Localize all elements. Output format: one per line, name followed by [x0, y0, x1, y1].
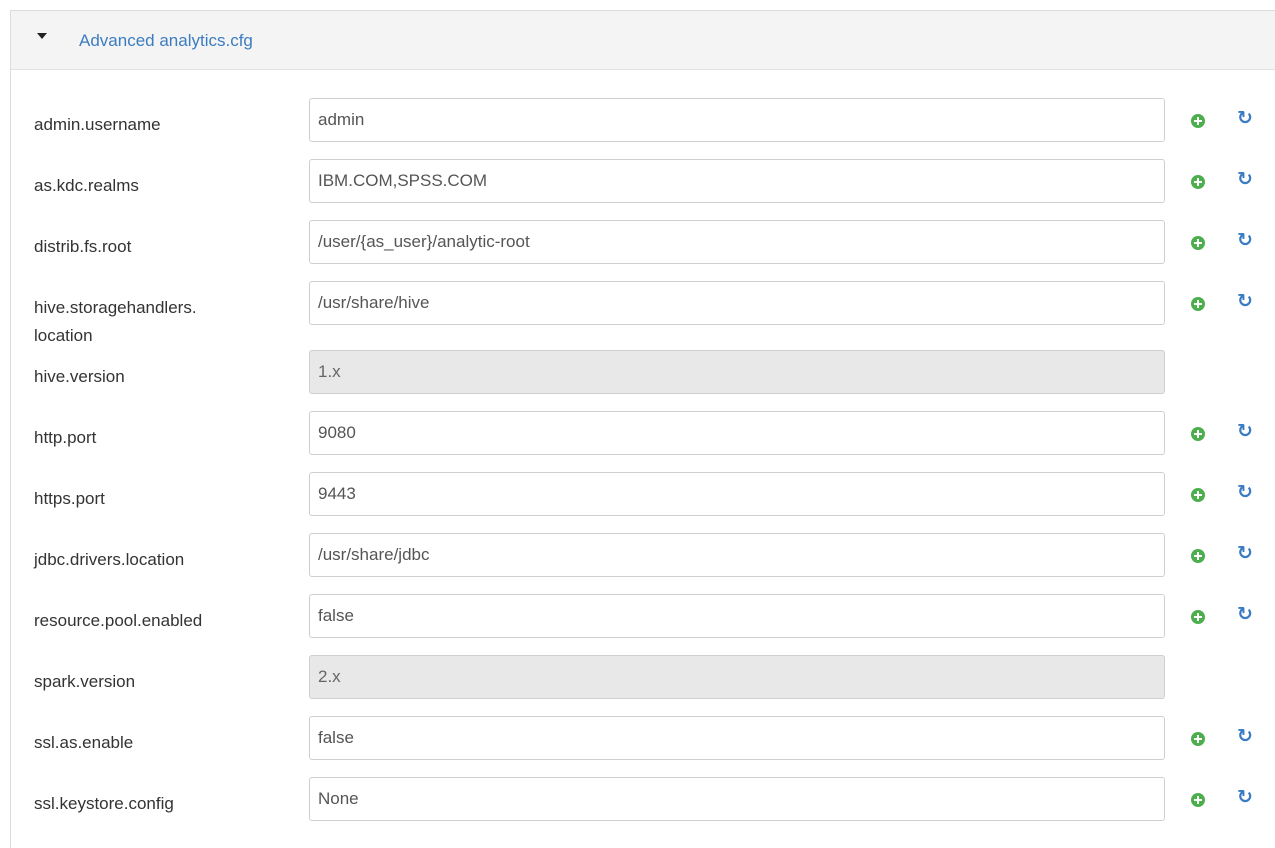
property-row: hive.storagehandlers.location ↻: [11, 280, 1275, 349]
property-row: hive.version: [11, 349, 1275, 410]
caret-down-icon[interactable]: [37, 33, 47, 39]
property-label: https.port: [34, 489, 105, 508]
property-row: distrib.fs.root ↻: [11, 219, 1275, 280]
property-value-input: [309, 350, 1165, 394]
refresh-icon[interactable]: ↻: [1235, 785, 1255, 811]
panel-header[interactable]: Advanced analytics.cfg: [11, 11, 1275, 70]
property-label: ssl.as.enable: [34, 733, 134, 752]
property-row: ssl.as.enable ↻: [11, 715, 1275, 776]
plus-circle-icon[interactable]: [1191, 610, 1205, 624]
refresh-icon[interactable]: ↻: [1235, 724, 1255, 750]
config-panel: Advanced analytics.cfg admin.username↻as…: [10, 10, 1275, 848]
property-value-input[interactable]: [309, 159, 1165, 203]
refresh-icon[interactable]: ↻: [1235, 106, 1255, 132]
property-value-input[interactable]: [309, 220, 1165, 264]
property-value-input[interactable]: [309, 594, 1165, 638]
property-label: http.port: [34, 428, 97, 447]
plus-circle-icon[interactable]: [1191, 427, 1205, 441]
plus-circle-icon[interactable]: [1191, 236, 1205, 250]
plus-circle-icon[interactable]: [1191, 549, 1205, 563]
property-label: resource.pool.enabled: [34, 611, 203, 630]
refresh-icon[interactable]: ↻: [1235, 602, 1255, 628]
property-row: as.kdc.realms ↻: [11, 158, 1275, 219]
plus-circle-icon[interactable]: [1191, 732, 1205, 746]
plus-circle-icon[interactable]: [1191, 793, 1205, 807]
property-value-input[interactable]: [309, 411, 1165, 455]
property-label: distrib.fs.root: [34, 237, 132, 256]
property-value-input[interactable]: [309, 533, 1165, 577]
refresh-icon[interactable]: ↻: [1235, 480, 1255, 506]
panel-title[interactable]: Advanced analytics.cfg: [79, 31, 253, 51]
property-value-input[interactable]: [309, 472, 1165, 516]
property-value-input[interactable]: [309, 281, 1165, 325]
refresh-icon[interactable]: ↻: [1235, 419, 1255, 445]
property-row: resource.pool.enabled ↻: [11, 593, 1275, 654]
property-list: admin.username↻as.kdc.realms↻distrib.fs.…: [11, 97, 1275, 837]
property-row: jdbc.drivers.location ↻: [11, 532, 1275, 593]
property-label: hive.storagehandlers. location: [34, 298, 197, 345]
property-label: jdbc.drivers.location: [34, 550, 185, 569]
refresh-icon[interactable]: ↻: [1235, 167, 1255, 193]
property-label: spark.version: [34, 672, 136, 691]
property-label: hive.version: [34, 367, 125, 386]
property-row: admin.username ↻: [11, 97, 1275, 158]
property-value-input[interactable]: [309, 777, 1165, 821]
property-row: ssl.keystore.config ↻: [11, 776, 1275, 837]
plus-circle-icon[interactable]: [1191, 488, 1205, 502]
property-value-input: [309, 655, 1165, 699]
plus-circle-icon[interactable]: [1191, 114, 1205, 128]
property-label: admin.username: [34, 115, 161, 134]
plus-circle-icon[interactable]: [1191, 175, 1205, 189]
property-row: http.port ↻: [11, 410, 1275, 471]
property-label: ssl.keystore.config: [34, 794, 174, 813]
refresh-icon[interactable]: ↻: [1235, 228, 1255, 254]
refresh-icon[interactable]: ↻: [1235, 541, 1255, 567]
refresh-icon[interactable]: ↻: [1235, 289, 1255, 315]
property-row: spark.version: [11, 654, 1275, 715]
plus-circle-icon[interactable]: [1191, 297, 1205, 311]
property-value-input[interactable]: [309, 716, 1165, 760]
property-value-input[interactable]: [309, 98, 1165, 142]
property-row: https.port ↻: [11, 471, 1275, 532]
property-label: as.kdc.realms: [34, 176, 139, 195]
